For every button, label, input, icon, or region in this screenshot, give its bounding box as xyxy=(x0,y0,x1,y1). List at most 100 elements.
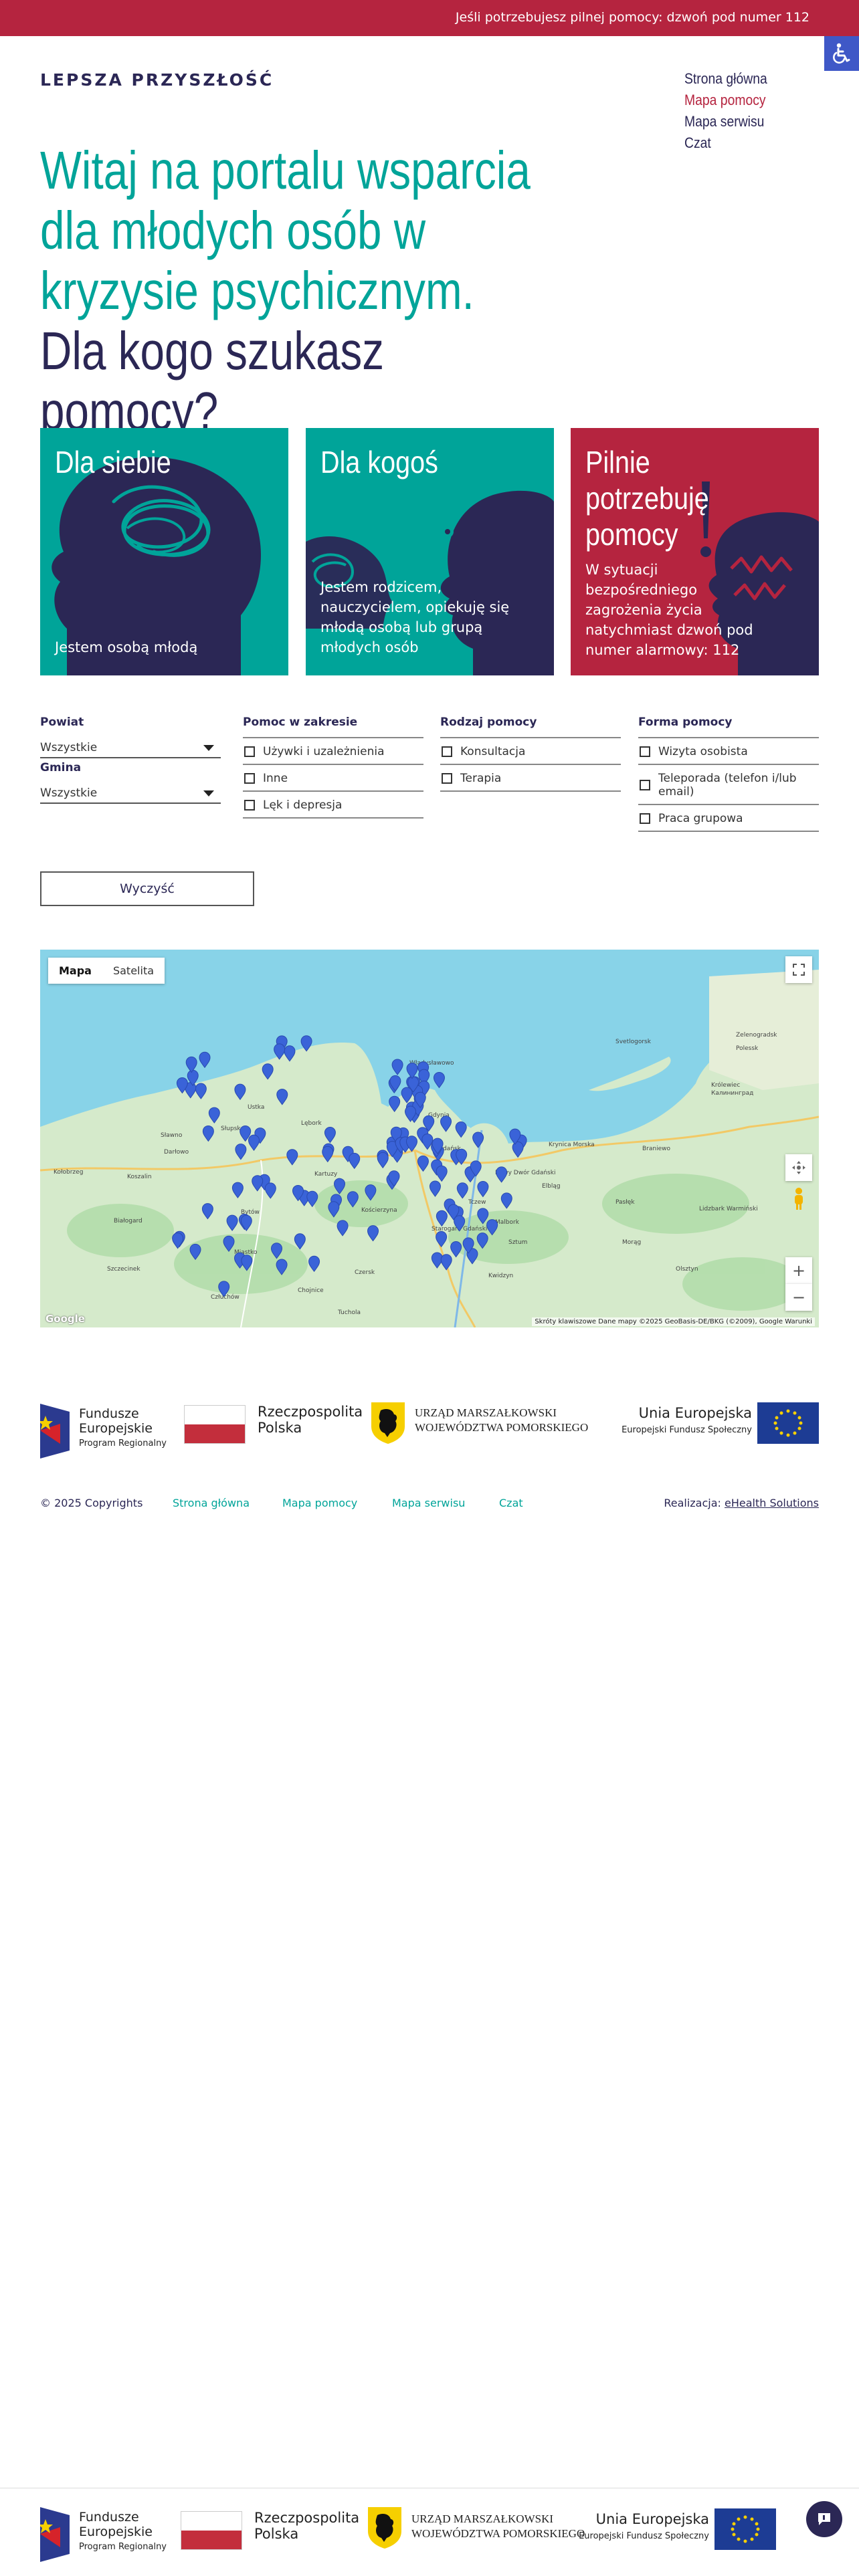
map-pin[interactable] xyxy=(248,1134,260,1152)
map-pin[interactable] xyxy=(226,1214,238,1231)
map-pin[interactable] xyxy=(286,1149,298,1166)
map-pin[interactable] xyxy=(284,1045,296,1062)
map-pin[interactable] xyxy=(234,1083,246,1100)
map-attribution[interactable]: Skróty klawiszowe Dane mapy ©2025 GeoBas… xyxy=(532,1317,815,1326)
map-pin[interactable] xyxy=(334,1178,346,1195)
card-for-someone[interactable]: Dla kogoś Jestem rodzicem, nauczycielem,… xyxy=(306,428,554,675)
card-urgent-help[interactable]: Pilnie potrzebuję pomocy W sytuacji bezp… xyxy=(571,428,819,675)
map-pin[interactable] xyxy=(264,1182,276,1199)
zoom-in-button[interactable]: + xyxy=(785,1257,812,1284)
map-pin[interactable] xyxy=(512,1141,524,1158)
footer-link-chat[interactable]: Czat xyxy=(499,1497,523,1509)
checkbox[interactable] xyxy=(640,813,650,824)
help-map[interactable]: Władysławowo Gdynia Gdańsk Kościerzyna U… xyxy=(40,950,819,1327)
map-pin[interactable] xyxy=(417,1155,429,1172)
map-pin[interactable] xyxy=(328,1201,340,1218)
map-pin[interactable] xyxy=(172,1232,184,1249)
map-pin[interactable] xyxy=(406,1063,418,1079)
footer-link-help-map[interactable]: Mapa pomocy xyxy=(282,1497,357,1509)
checkbox-option[interactable]: Inne xyxy=(243,764,423,790)
map-pin[interactable] xyxy=(218,1281,230,1297)
map-pin[interactable] xyxy=(349,1152,361,1170)
map-pin[interactable] xyxy=(389,1095,401,1113)
nav-home[interactable]: Strona główna xyxy=(684,68,767,90)
checkbox-option[interactable]: Wizyta osobista xyxy=(638,737,819,764)
camera-control-button[interactable] xyxy=(785,1154,812,1181)
tab-satellite[interactable]: Satelita xyxy=(102,958,165,984)
chat-button[interactable] xyxy=(806,2501,842,2537)
zoom-out-button[interactable]: − xyxy=(785,1284,812,1311)
map-pin[interactable] xyxy=(202,1125,214,1142)
checkbox[interactable] xyxy=(442,746,452,757)
map-pin[interactable] xyxy=(240,1214,252,1232)
nav-help-map[interactable]: Mapa pomocy xyxy=(684,90,767,111)
map-pin[interactable] xyxy=(436,1165,448,1182)
map-pin[interactable] xyxy=(201,1203,213,1220)
map-pin[interactable] xyxy=(454,1215,466,1232)
checkbox[interactable] xyxy=(640,780,650,790)
map-pin[interactable] xyxy=(377,1152,389,1169)
map-pin[interactable] xyxy=(252,1175,264,1192)
map-pin[interactable] xyxy=(274,1043,286,1060)
map-pin[interactable] xyxy=(322,1146,334,1163)
map-markers[interactable] xyxy=(40,950,819,1327)
map-pin[interactable] xyxy=(294,1233,306,1250)
checkbox-option[interactable]: Lęk i depresja xyxy=(243,790,423,819)
map-pin[interactable] xyxy=(477,1208,489,1224)
map-pin[interactable] xyxy=(476,1232,488,1249)
map-pin[interactable] xyxy=(241,1255,253,1271)
fullscreen-button[interactable] xyxy=(785,956,812,983)
map-pin[interactable] xyxy=(306,1190,318,1208)
map-pin[interactable] xyxy=(500,1192,512,1209)
checkbox-option[interactable]: Terapia xyxy=(440,764,621,792)
map-pin[interactable] xyxy=(185,1056,197,1073)
map-pin[interactable] xyxy=(365,1184,377,1201)
site-logo[interactable]: LEPSZA PRZYSZŁOŚĆ xyxy=(40,70,274,90)
gmina-select[interactable]: Wszystkie xyxy=(40,782,221,804)
checkbox[interactable] xyxy=(640,746,650,757)
footer-link-home[interactable]: Strona główna xyxy=(173,1497,250,1509)
checkbox[interactable] xyxy=(244,773,255,784)
map-pin[interactable] xyxy=(486,1219,498,1236)
powiat-select[interactable]: Wszystkie xyxy=(40,737,221,758)
map-pin[interactable] xyxy=(433,1072,445,1089)
map-pin[interactable] xyxy=(223,1235,235,1253)
realizacja-link[interactable]: eHealth Solutions xyxy=(725,1497,819,1509)
checkbox-option[interactable]: Teleporada (telefon i/lub email) xyxy=(638,764,819,804)
map-pin[interactable] xyxy=(231,1182,244,1198)
footer-link-sitemap[interactable]: Mapa serwisu xyxy=(392,1497,465,1509)
map-pin[interactable] xyxy=(456,1182,468,1199)
checkbox[interactable] xyxy=(244,746,255,757)
map-pin[interactable] xyxy=(276,1259,288,1275)
map-pin[interactable] xyxy=(262,1063,274,1080)
map-pin[interactable] xyxy=(367,1225,379,1242)
map-pin[interactable] xyxy=(324,1127,336,1144)
map-pin[interactable] xyxy=(235,1144,247,1160)
checkbox-option[interactable]: Praca grupowa xyxy=(638,804,819,832)
map-pin[interactable] xyxy=(189,1243,201,1261)
map-pin[interactable] xyxy=(472,1132,484,1148)
map-pin[interactable] xyxy=(401,1087,413,1103)
map-pin[interactable] xyxy=(347,1191,359,1208)
accessibility-button[interactable] xyxy=(824,36,859,71)
checkbox[interactable] xyxy=(244,800,255,811)
card-for-self[interactable]: Dla siebie Jestem osobą młodą xyxy=(40,428,288,675)
map-pin[interactable] xyxy=(450,1241,462,1258)
map-pin[interactable] xyxy=(440,1115,452,1132)
street-view-button[interactable] xyxy=(785,1186,812,1212)
nav-sitemap[interactable]: Mapa serwisu xyxy=(684,111,767,132)
map-pin[interactable] xyxy=(455,1121,467,1138)
map-pin[interactable] xyxy=(391,1059,403,1075)
map-pin[interactable] xyxy=(195,1083,207,1099)
map-pin[interactable] xyxy=(440,1254,452,1271)
map-pin[interactable] xyxy=(276,1089,288,1105)
tab-map[interactable]: Mapa xyxy=(48,958,102,984)
map-pin[interactable] xyxy=(405,1136,417,1152)
nav-chat[interactable]: Czat xyxy=(684,132,767,154)
map-pin[interactable] xyxy=(271,1243,283,1259)
map-pin[interactable] xyxy=(337,1220,349,1237)
map-pin[interactable] xyxy=(436,1230,448,1248)
checkbox-option[interactable]: Konsultacja xyxy=(440,737,621,764)
map-pin[interactable] xyxy=(300,1035,312,1052)
map-pin[interactable] xyxy=(436,1210,448,1227)
